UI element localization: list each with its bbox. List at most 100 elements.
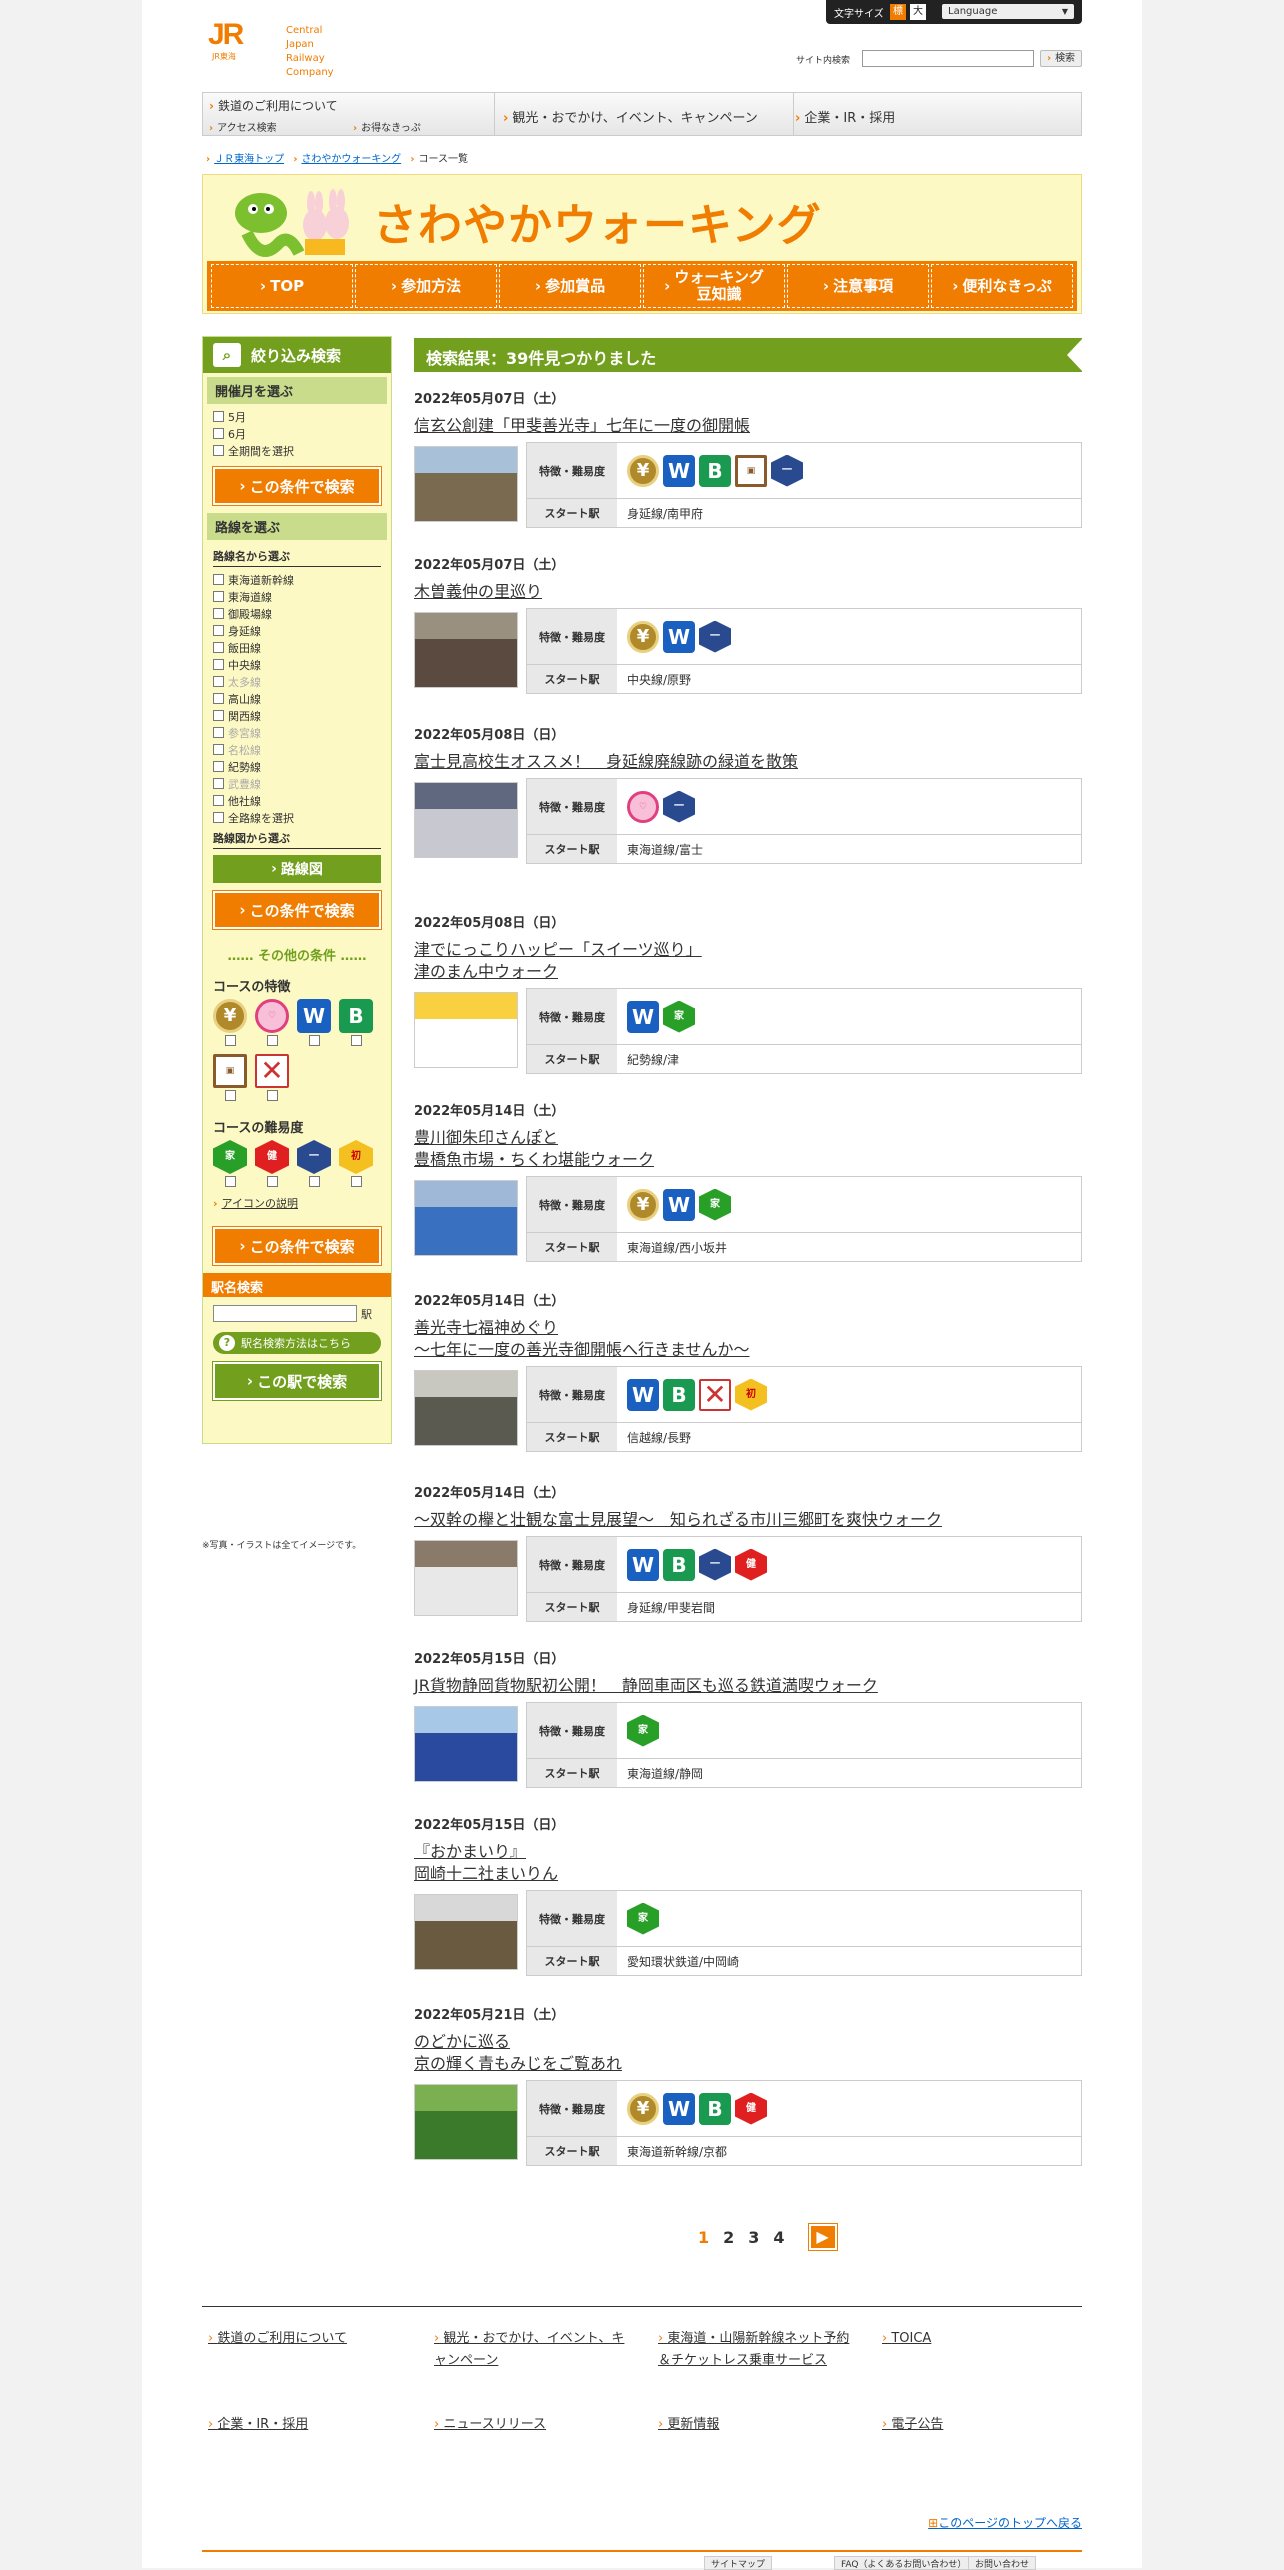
checkbox[interactable] — [350, 1176, 362, 1187]
icon-explain-link[interactable]: › アイコンの説明 — [203, 1187, 391, 1219]
page-4[interactable]: 4 — [773, 2228, 784, 2247]
station-help-link[interactable]: ? 駅名検索方法はこちら — [213, 1332, 381, 1354]
result-title-link[interactable]: 信玄公創建「甲斐善光寺」七年に一度の御開帳 — [414, 415, 1082, 437]
font-large-button[interactable]: 大 — [910, 4, 926, 20]
gnav-corporate-link[interactable]: › 企業・IR・採用 — [795, 107, 895, 126]
result-title-link[interactable]: 善光寺七福神めぐり ～七年に一度の善光寺御開帳へ行きませんか～ — [414, 1317, 1082, 1361]
line-option[interactable]: 東海道線 — [203, 588, 391, 605]
tab-prizes[interactable]: › 参加賞品 — [499, 264, 641, 308]
line-option[interactable]: 東海道新幹線 — [203, 571, 391, 588]
next-page-button[interactable]: ▶ — [807, 2223, 838, 2251]
feature-option[interactable]: ♡ — [255, 999, 289, 1046]
breadcrumb-walking[interactable]: さわやかウォーキング — [301, 154, 401, 165]
breadcrumb-top[interactable]: ＪＲ東海トップ — [214, 154, 284, 165]
search-button[interactable]: › 検索 — [1040, 50, 1082, 67]
checkbox[interactable] — [213, 795, 224, 806]
line-option[interactable]: 全路線を選択 — [203, 809, 391, 826]
footer-link-railway[interactable]: 鉄道のご利用について — [208, 2328, 418, 2350]
checkbox[interactable] — [350, 1035, 362, 1046]
result-title-link[interactable]: ～双幹の欅と壮観な富士見展望～ 知られざる市川三郷町を爽快ウォーク — [414, 1509, 1082, 1531]
jr-central-logo[interactable]: JR JR東海 Central Japan Railway Company — [208, 18, 348, 78]
tab-walking-tips[interactable]: › ウォーキング 豆知識 — [643, 264, 785, 308]
result-photo[interactable] — [414, 1540, 518, 1616]
checkbox[interactable] — [213, 591, 224, 602]
footer-link-ex-reserve[interactable]: 東海道・山陽新幹線ネット予約＆チケットレス乗車サービス — [658, 2328, 858, 2372]
result-title-link[interactable]: 津でにっこりハッピー「スイーツ巡り」 津のまん中ウォーク — [414, 939, 1082, 983]
checkbox[interactable] — [213, 574, 224, 585]
checkbox[interactable] — [213, 812, 224, 823]
line-option[interactable]: 他社線 — [203, 792, 391, 809]
tab-notes[interactable]: › 注意事項 — [787, 264, 929, 308]
checkbox[interactable] — [213, 428, 224, 439]
tab-tickets[interactable]: › 便利なきっぷ — [931, 264, 1073, 308]
result-title-link[interactable]: JR貨物静岡貨物駅初公開！ 静岡車両区も巡る鉄道満喫ウォーク — [414, 1675, 1082, 1697]
line-option[interactable]: 御殿場線 — [203, 605, 391, 622]
result-title-link[interactable]: 富士見高校生オススメ！ 身延線廃線跡の緑道を散策 — [414, 751, 1082, 773]
checkbox[interactable] — [266, 1035, 278, 1046]
gnav-railway-link[interactable]: › 鉄道のご利用について — [209, 97, 338, 114]
month-option[interactable]: 6月 — [203, 425, 391, 442]
result-photo[interactable] — [414, 1370, 518, 1446]
line-option[interactable]: 身延線 — [203, 622, 391, 639]
feature-option[interactable]: B — [339, 999, 373, 1046]
result-title-link[interactable]: 豊川御朱印さんぽと 豊橋魚市場・ちくわ堪能ウォーク — [414, 1127, 1082, 1171]
footer-link-updates[interactable]: 更新情報 — [658, 2414, 858, 2436]
checkbox[interactable] — [224, 1176, 236, 1187]
difficulty-option[interactable]: 初 — [339, 1140, 373, 1187]
month-search-button[interactable]: › この条件で検索 — [212, 466, 382, 506]
result-title-link[interactable]: のどかに巡る 京の輝く青もみじをご覧あれ — [414, 2031, 1082, 2075]
result-title-link[interactable]: 『おかまいり』 岡崎十二社まいりん — [414, 1841, 1082, 1885]
checkbox[interactable] — [213, 411, 224, 422]
line-option[interactable]: 飯田線 — [203, 639, 391, 656]
checkbox[interactable] — [224, 1035, 236, 1046]
feature-option[interactable]: W — [297, 999, 331, 1046]
gnav-tourism-link[interactable]: › 観光・おでかけ、イベント、キャンペーン — [503, 107, 758, 126]
difficulty-option[interactable]: 一 — [297, 1140, 331, 1187]
result-photo[interactable] — [414, 1180, 518, 1256]
checkbox[interactable] — [224, 1090, 236, 1101]
feature-option[interactable]: ▣ — [213, 1054, 247, 1101]
checkbox[interactable] — [266, 1090, 278, 1101]
language-select[interactable]: Language ▼ — [942, 4, 1074, 19]
result-photo[interactable] — [414, 446, 518, 522]
line-option[interactable]: 中央線 — [203, 656, 391, 673]
checkbox[interactable] — [213, 625, 224, 636]
checkbox[interactable] — [266, 1176, 278, 1187]
result-photo[interactable] — [414, 612, 518, 688]
page-2[interactable]: 2 — [723, 2228, 734, 2247]
line-option[interactable]: 関西線 — [203, 707, 391, 724]
checkbox[interactable] — [308, 1176, 320, 1187]
checkbox[interactable] — [213, 642, 224, 653]
footer-link-tourism[interactable]: 観光・おでかけ、イベント、キャンペーン — [434, 2328, 634, 2372]
result-photo[interactable] — [414, 1706, 518, 1782]
checkbox[interactable] — [308, 1035, 320, 1046]
back-to-top-link[interactable]: ⊞このページのトップへ戻る — [928, 2514, 1082, 2531]
line-map-button[interactable]: › 路線図 — [213, 855, 381, 883]
result-photo[interactable] — [414, 1894, 518, 1970]
checkbox[interactable] — [213, 445, 224, 456]
tab-how-to-join[interactable]: › 参加方法 — [355, 264, 497, 308]
checkbox[interactable] — [213, 710, 224, 721]
feature-option[interactable]: ✕ — [255, 1054, 289, 1101]
result-title-link[interactable]: 木曽義仲の里巡り — [414, 581, 1082, 603]
font-small-button[interactable]: 標 — [890, 4, 906, 20]
footer-link-corporate[interactable]: 企業・IR・採用 — [208, 2414, 418, 2436]
page-3[interactable]: 3 — [748, 2228, 759, 2247]
footer-link-toica[interactable]: TOICA — [882, 2328, 1062, 2350]
gnav-tickets-link[interactable]: › お得なきっぷ — [353, 119, 421, 134]
page-1[interactable]: 1 — [698, 2228, 709, 2247]
difficulty-option[interactable]: 健 — [255, 1140, 289, 1187]
footer-link-notices[interactable]: 電子公告 — [882, 2414, 1062, 2436]
feature-option[interactable]: ¥ — [213, 999, 247, 1046]
difficulty-option[interactable]: 家 — [213, 1140, 247, 1187]
result-photo[interactable] — [414, 992, 518, 1068]
month-option[interactable]: 5月 — [203, 408, 391, 425]
line-option[interactable]: 紀勢線 — [203, 758, 391, 775]
result-photo[interactable] — [414, 2084, 518, 2160]
footer-link-news[interactable]: ニュースリリース — [434, 2414, 634, 2436]
condition-search-button[interactable]: › この条件で検索 — [212, 1226, 382, 1266]
line-option[interactable]: 高山線 — [203, 690, 391, 707]
checkbox[interactable] — [213, 608, 224, 619]
station-search-button[interactable]: › この駅で検索 — [212, 1361, 382, 1401]
checkbox[interactable] — [213, 693, 224, 704]
